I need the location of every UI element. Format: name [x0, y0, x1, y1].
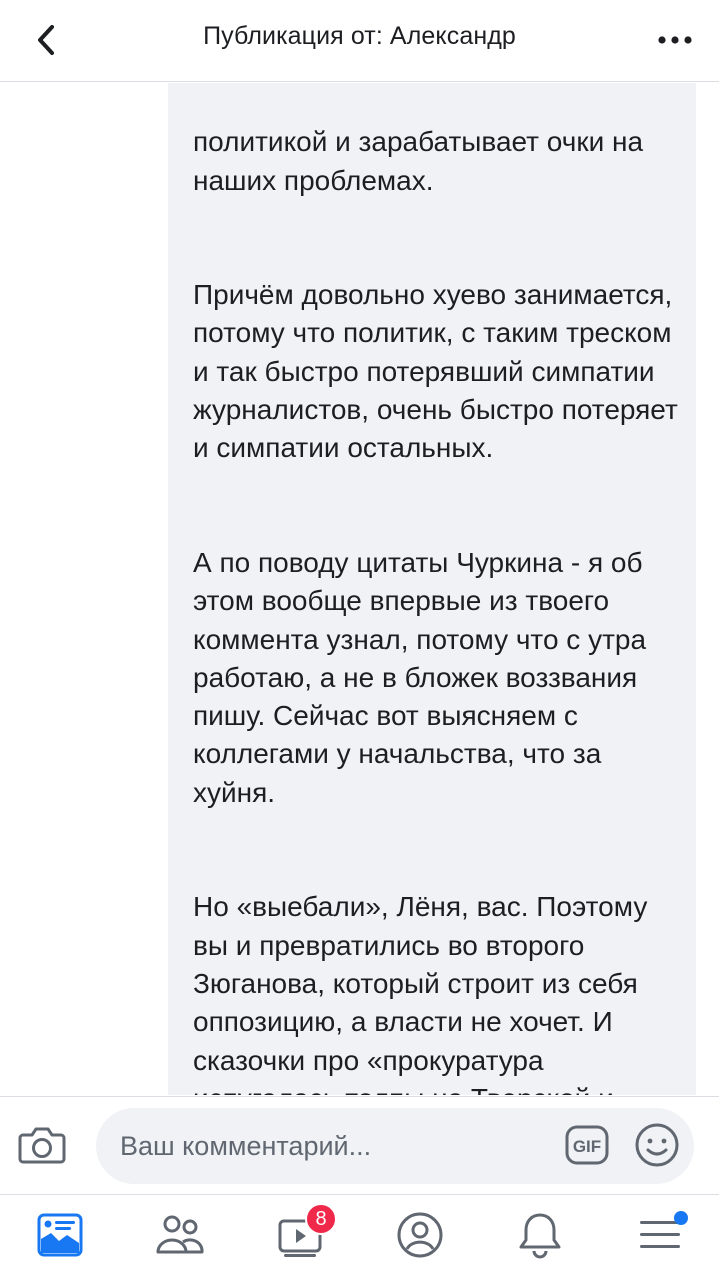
comment-text: политикой и зарабатывает очки на наших п…	[193, 85, 683, 1095]
nav-notifications[interactable]	[510, 1207, 570, 1263]
top-bar: Публикация от: Александр	[0, 0, 719, 82]
comment-input[interactable]	[120, 1108, 540, 1184]
bell-icon	[519, 1213, 561, 1259]
menu-notification-dot	[674, 1211, 688, 1225]
camera-icon	[18, 1127, 66, 1164]
more-button[interactable]	[653, 22, 697, 58]
emoji-button[interactable]	[632, 1120, 682, 1170]
page-title: Публикация от: Александр	[203, 22, 516, 50]
comment-paragraph: Но «выебали», Лёня, вас. Поэтому вы и пр…	[193, 891, 648, 1095]
comment-box: GIF	[96, 1108, 694, 1184]
camera-button[interactable]	[18, 1123, 66, 1165]
profile-icon	[397, 1212, 443, 1258]
friends-icon	[156, 1215, 204, 1254]
smiley-icon	[635, 1123, 679, 1167]
post-content: политикой и зарабатывает очки на наших п…	[0, 83, 719, 1095]
news-feed-icon	[37, 1213, 83, 1257]
comment-paragraph: А по поводу цитаты Чуркина - я об этом в…	[193, 546, 647, 808]
bottom-nav: 8	[0, 1194, 719, 1280]
nav-profile[interactable]	[390, 1207, 450, 1263]
gif-label: GIF	[573, 1137, 601, 1156]
comment-paragraph: Причём довольно хуево занимается, потому…	[193, 279, 678, 464]
comment-paragraph: политикой и зарабатывает очки на наших п…	[193, 126, 644, 196]
nav-friends[interactable]	[150, 1207, 210, 1263]
nav-news-feed[interactable]	[30, 1207, 90, 1263]
more-dots-icon	[658, 36, 692, 44]
watch-badge: 8	[305, 1203, 337, 1235]
gif-button[interactable]: GIF	[564, 1122, 610, 1168]
comment-composer: GIF	[0, 1096, 719, 1194]
gif-icon: GIF	[565, 1125, 609, 1165]
